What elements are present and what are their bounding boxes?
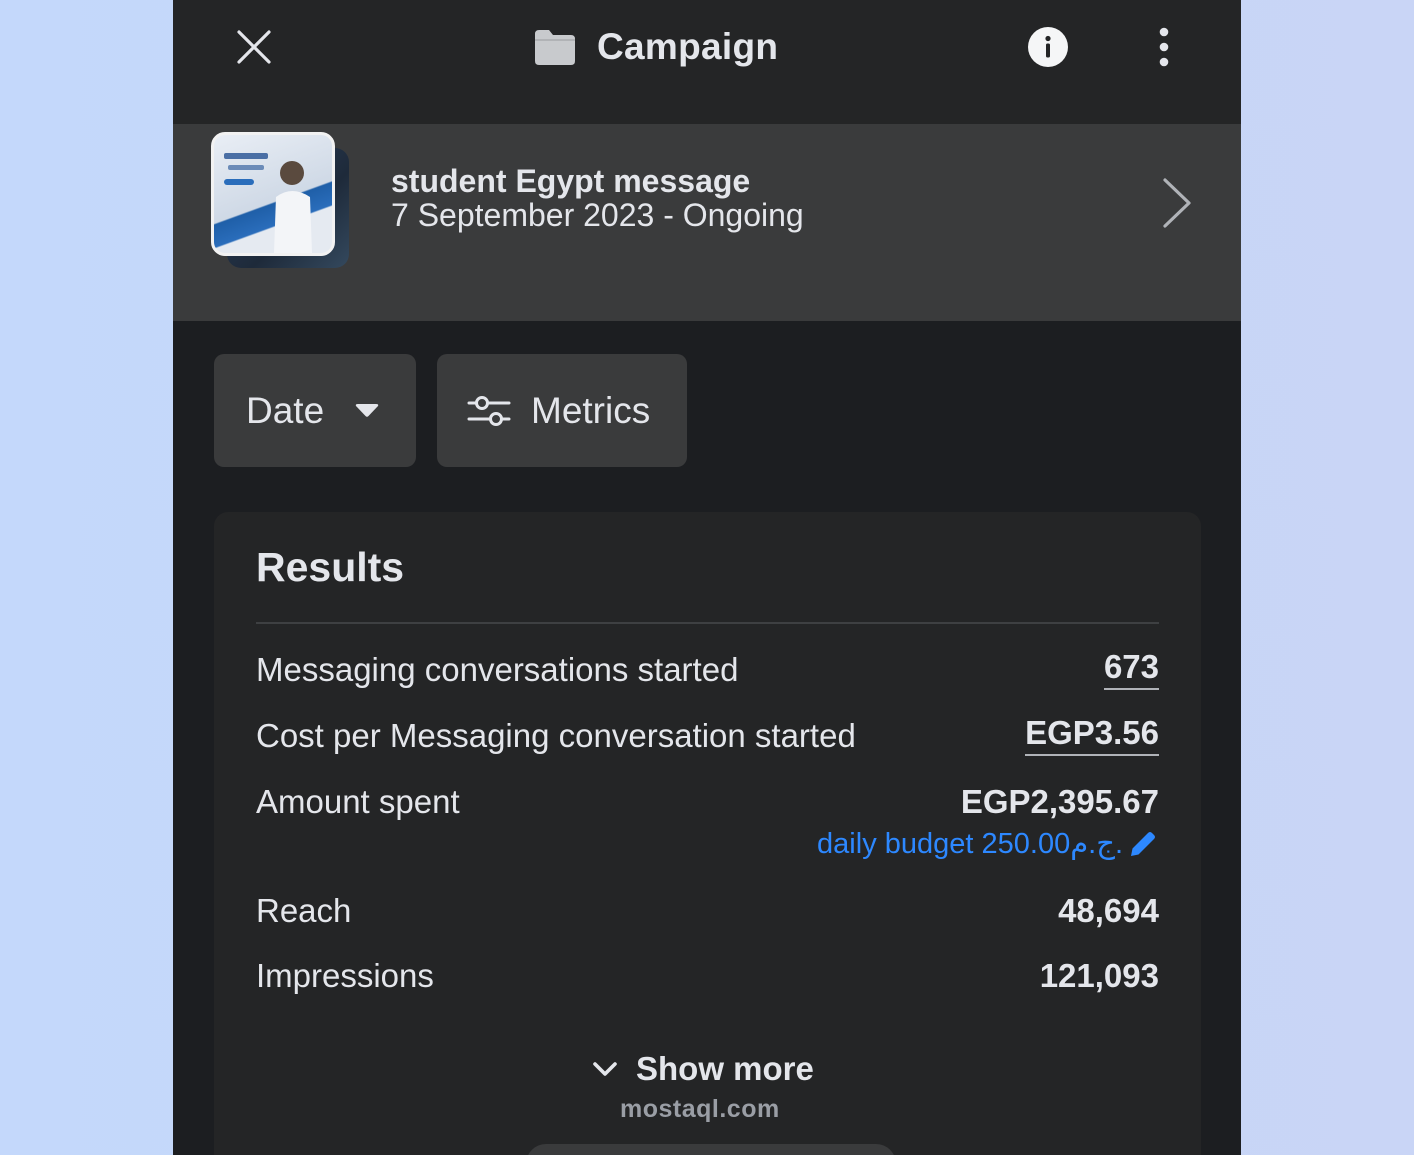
metrics-filter-label: Metrics — [531, 389, 651, 431]
page-title: Campaign — [597, 26, 779, 67]
more-vertical-icon — [1159, 27, 1169, 67]
metric-label: Cost per Messaging conversation started — [256, 717, 856, 754]
thumbnail-image — [211, 132, 335, 256]
ad-row[interactable]: student Egypt message 7 September 2023 -… — [173, 124, 1241, 321]
daily-budget-link[interactable]: daily budget 250.00ج.م. — [817, 826, 1159, 861]
pencil-icon — [1131, 831, 1155, 856]
date-filter-label: Date — [246, 389, 325, 431]
top-bar: Campaign — [173, 0, 1241, 124]
metric-label: Impressions — [256, 957, 434, 994]
ad-date-range: 7 September 2023 - Ongoing — [391, 197, 804, 233]
metric-row-cost-per-conversation: Cost per Messaging conversation started … — [256, 712, 1159, 760]
folder-icon — [535, 30, 575, 65]
daily-budget-text: daily budget 250.00ج.م. — [817, 828, 1123, 860]
chevron-right-icon[interactable] — [1159, 176, 1195, 230]
caret-down-icon — [355, 403, 379, 417]
more-options-button[interactable] — [1143, 24, 1185, 70]
info-button[interactable] — [1025, 24, 1071, 70]
thumbnail-person-graphic — [224, 153, 312, 253]
ad-name: student Egypt message — [391, 163, 751, 199]
chevron-down-icon — [593, 1062, 617, 1076]
metric-value-link[interactable]: EGP3.56 — [1025, 712, 1159, 756]
show-more-button[interactable]: Show more — [592, 1050, 814, 1088]
date-filter-button[interactable]: Date — [214, 354, 416, 467]
metric-row-amount-spent: Amount spent EGP2,395.67 — [256, 778, 1159, 826]
metric-label: Messaging conversations started — [256, 651, 739, 688]
watermark: mostaql.com — [620, 1095, 780, 1123]
results-title: Results — [256, 544, 405, 590]
metric-value: 48,694 — [1058, 892, 1159, 929]
results-card: Results Messaging conversations started … — [214, 512, 1201, 1155]
ad-thumbnail — [211, 132, 351, 272]
metric-label: Amount spent — [256, 783, 460, 820]
close-button[interactable] — [229, 22, 279, 72]
metrics-filter-button[interactable]: Metrics — [437, 354, 687, 467]
metric-row-impressions: Impressions 121,093 — [256, 952, 1159, 1000]
title-group: Campaign — [533, 22, 778, 72]
metric-value: EGP2,395.67 — [960, 783, 1159, 820]
metric-row-messaging-conversations: Messaging conversations started 673 — [256, 646, 1159, 694]
phone-screen: Campaign student Egypt message 7 Septemb… — [173, 0, 1241, 1155]
divider — [256, 622, 1159, 624]
metric-value-link[interactable]: 673 — [1103, 646, 1159, 690]
metric-value: 121,093 — [1039, 957, 1159, 994]
metric-label: Reach — [256, 892, 352, 929]
bottom-sheet-handle[interactable] — [526, 1144, 896, 1155]
show-more-label: Show more — [636, 1050, 814, 1087]
close-icon — [237, 30, 271, 64]
info-icon — [1028, 27, 1068, 67]
ad-info: student Egypt message 7 September 2023 -… — [391, 164, 804, 232]
metric-row-reach: Reach 48,694 — [256, 887, 1159, 935]
sliders-icon — [467, 395, 511, 426]
